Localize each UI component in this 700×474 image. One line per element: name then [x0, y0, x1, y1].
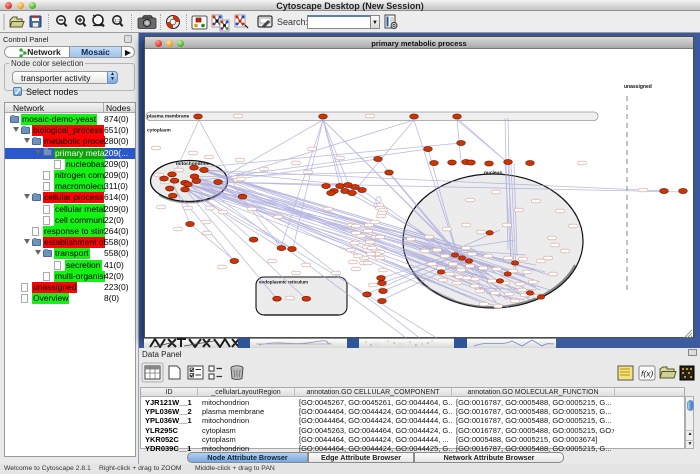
svg-text:cytoplasm: cytoplasm: [147, 128, 171, 134]
svg-text:f(x): f(x): [641, 369, 653, 379]
svg-text:endoplasmic reticulum: endoplasmic reticulum: [259, 280, 308, 285]
svg-text:nucleus: nucleus: [484, 170, 502, 176]
svg-text:1:1: 1:1: [114, 18, 121, 23]
svg-text:unassigned: unassigned: [624, 84, 652, 90]
svg-text:plasma membrane: plasma membrane: [147, 114, 189, 120]
